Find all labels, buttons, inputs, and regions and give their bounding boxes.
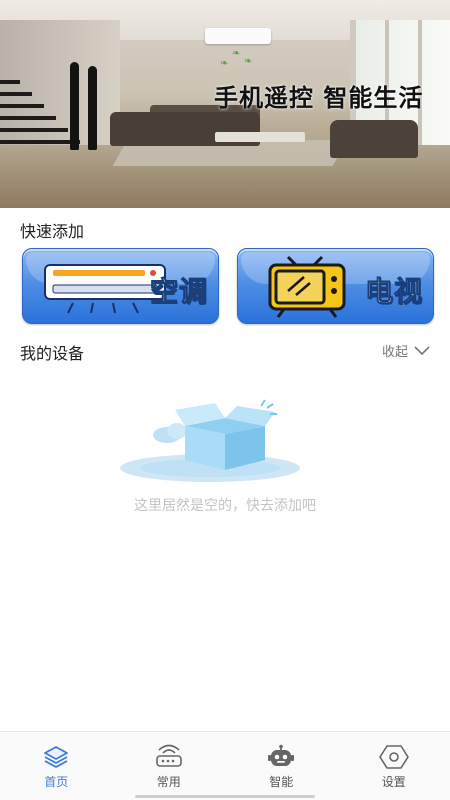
banner-slogan: 手机遥控 智能生活 [214,84,424,112]
home-indicator [135,795,315,798]
layers-icon [44,746,69,768]
air-conditioner-icon [44,264,166,314]
nav-label-smart: 智能 [269,775,294,789]
banner-air-conditioner [205,28,271,44]
nav-label-common: 常用 [156,775,181,789]
hero-banner: ❧ ❧ ❧ 手机遥控 智能生活 [0,0,450,208]
banner-stair [0,116,56,120]
banner-stair [0,92,32,96]
empty-state-text: 这里居然是空的，快去添加吧 [134,498,316,514]
tv-label: 电视 [364,275,423,309]
banner-stair [0,140,80,144]
add-tv-button[interactable]: 电视 [237,248,434,324]
my-devices-title: 我的设备 [20,344,85,363]
tv-icon [268,255,346,318]
leaf-icon: ❧ [244,56,253,67]
nav-item-home[interactable]: 首页 [0,732,113,800]
leaf-icon: ❧ [220,58,229,69]
hexagon-settings-icon [378,745,409,769]
nav-label-home: 首页 [44,775,69,789]
bottom-navigation: 首页 常用 智能 设置 [0,731,450,800]
leaf-icon: ❧ [232,48,241,59]
air-conditioner-label: 空调 [149,275,208,309]
collapse-label: 收起 [381,345,408,360]
banner-stair [0,80,20,84]
chevron-down-icon [414,345,430,355]
add-air-conditioner-button[interactable]: 空调 [22,248,219,324]
banner-table [215,132,305,142]
banner-stair [0,104,44,108]
empty-box-illustration [120,399,300,482]
router-icon [155,744,182,767]
robot-icon [268,744,295,766]
collapse-toggle[interactable]: 收起 [382,341,430,360]
banner-vase [88,66,97,150]
nav-item-settings[interactable]: 设置 [338,732,450,800]
nav-label-settings: 设置 [381,775,406,789]
quick-add-title: 快速添加 [20,222,85,241]
nav-item-common[interactable]: 常用 [113,732,226,800]
banner-stair [0,128,68,132]
banner-vase [70,62,79,150]
nav-item-smart[interactable]: 智能 [225,732,338,800]
banner-chair [330,120,418,158]
